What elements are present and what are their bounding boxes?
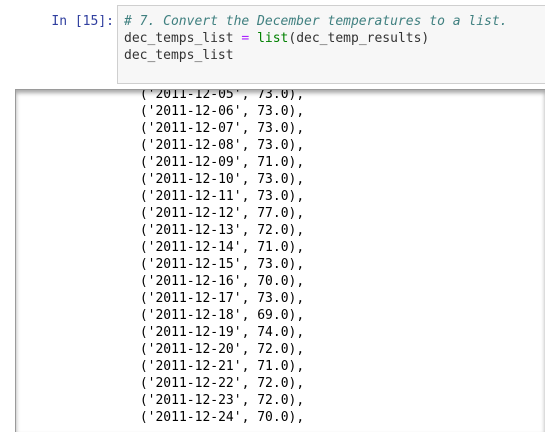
output-line: ('2011-12-20', 72.0), (132, 342, 305, 357)
output-line: ('2011-12-07', 73.0), (132, 121, 305, 136)
output-line: ('2011-12-05', 73.0), (132, 89, 305, 102)
code-variable: dec_temps_list (124, 31, 234, 46)
output-line: ('2011-12-12', 77.0), (132, 206, 305, 221)
output-line: ('2011-12-23', 72.0), (132, 393, 305, 408)
output-line: ('2011-12-24', 70.0), (132, 410, 305, 425)
output-text: ('2011-12-05', 73.0), ('2011-12-06', 73.… (132, 89, 305, 426)
output-line: ('2011-12-08', 73.0), (132, 138, 305, 153)
output-line: ('2011-12-15', 73.0), (132, 257, 305, 272)
output-line: ('2011-12-09', 71.0), (132, 155, 305, 170)
output-line: ('2011-12-10', 73.0), (132, 172, 305, 187)
output-line: ('2011-12-17', 73.0), (132, 291, 305, 306)
output-line: ('2011-12-18', 69.0), (132, 308, 305, 323)
cell-prompt: In [15]: (51, 14, 114, 29)
output-line: ('2011-12-16', 70.0), (132, 274, 305, 289)
code-operator: = (241, 31, 250, 46)
output-line: ('2011-12-22', 72.0), (132, 376, 305, 391)
output-line: ('2011-12-21', 71.0), (132, 359, 305, 374)
code-args: (dec_temp_results) (288, 31, 430, 46)
output-line: ('2011-12-13', 72.0), (132, 223, 305, 238)
code-editor[interactable]: # 7. Convert the December temperatures t… (124, 13, 508, 64)
output-line: ('2011-12-19', 74.0), (132, 325, 305, 340)
code-input-area[interactable]: # 7. Convert the December temperatures t… (117, 5, 545, 84)
output-scroll-area[interactable]: ('2011-12-05', 73.0), ('2011-12-06', 73.… (15, 89, 545, 432)
output-line: ('2011-12-06', 73.0), (132, 104, 305, 119)
code-line-display: dec_temps_list (124, 48, 234, 63)
output-line: ('2011-12-14', 71.0), (132, 240, 305, 255)
code-line-assignment: dec_temps_list = list(dec_temp_results) (124, 31, 429, 46)
code-comment: # 7. Convert the December temperatures t… (124, 14, 508, 29)
code-builtin: list (257, 31, 289, 46)
output-line: ('2011-12-11', 73.0), (132, 189, 305, 204)
